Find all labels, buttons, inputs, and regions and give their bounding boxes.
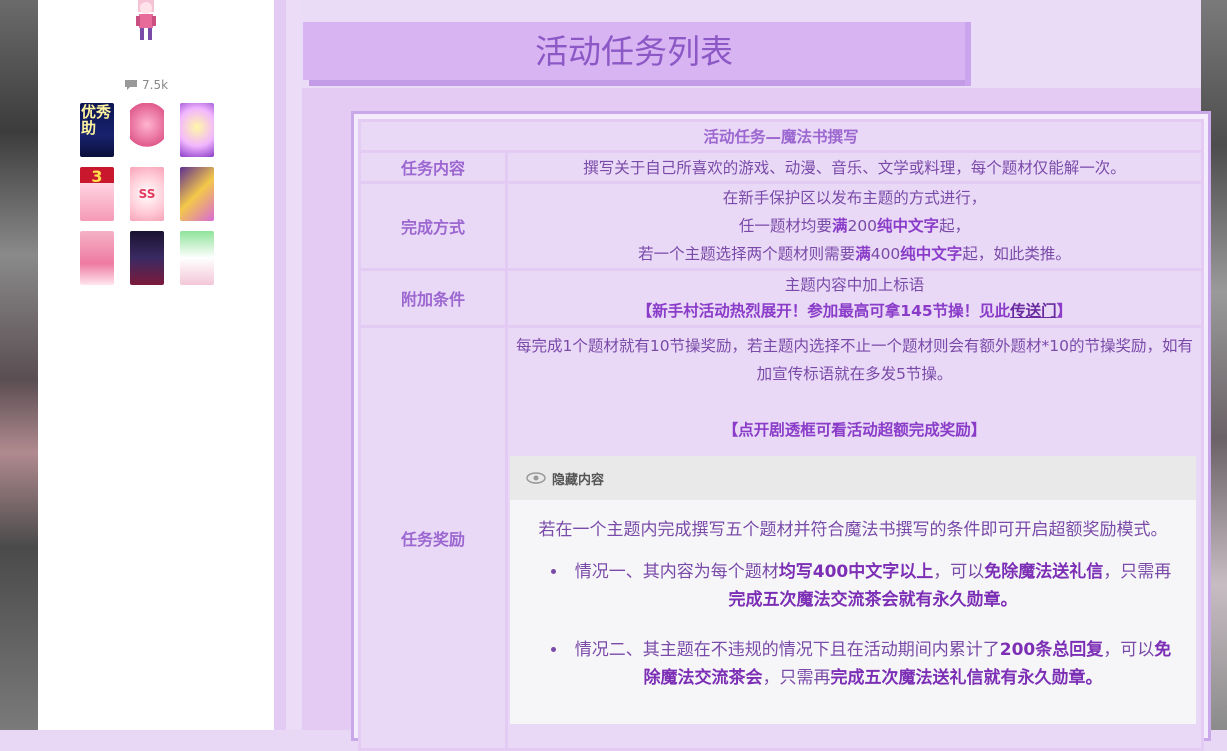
bold-text: 免除魔法送礼信: [984, 562, 1104, 582]
row-value-extra: 主题内容中加上标语 【新手村活动热烈展开！参加最高可拿145节操！见此传送门】: [508, 271, 1201, 325]
background-left-strip: [0, 0, 38, 730]
row-value-content: 撰写关于自己所喜欢的游戏、动漫、音乐、文学或料理，每个题材仅能解一次。: [508, 153, 1201, 181]
medal-youxiu-zhu[interactable]: 优秀助: [80, 103, 114, 157]
view-count: 7.5k: [124, 78, 168, 92]
method-line-1: 在新手保护区以发布主题的方式进行，: [722, 189, 987, 207]
sidebar-border-inner: [286, 0, 300, 730]
text: 起，: [939, 217, 971, 235]
reward-description: 每完成1个题材就有10节操奖励，若主题内选择不止一个题材则会有额外题材*10的节…: [515, 337, 1194, 383]
user-avatar-mascot[interactable]: [128, 0, 164, 42]
task-table: 活动任务—魔法书撰写 任务内容 撰写关于自己所喜欢的游戏、动漫、音乐、文学或料理…: [358, 119, 1204, 751]
slogan-text: 【新手村活动热烈展开！参加最高可拿145节操！见此: [636, 302, 1011, 320]
medal-text: 优秀助: [81, 103, 112, 137]
spoiler-box[interactable]: 隐藏内容 若在一个主题内完成撰写五个题材并符合魔法书撰写的条件即可开启超额奖励模…: [510, 456, 1196, 724]
bold-text: 纯中文字: [900, 245, 963, 263]
text: ，只需再: [762, 668, 831, 688]
text: 任一题材均要: [738, 217, 832, 235]
spoiler-content: 若在一个主题内完成撰写五个题材并符合魔法书撰写的条件即可开启超额奖励模式。 情况…: [510, 500, 1196, 724]
spoiler-hint: 【点开剧透框可看活动超额完成奖励】: [722, 421, 987, 439]
medal-dark-figure[interactable]: [130, 231, 164, 285]
slogan-end: 】: [1056, 302, 1073, 320]
page-title: 活动任务列表: [303, 22, 965, 80]
text: 若一个主题选择两个题材则需要: [638, 245, 856, 263]
row-label-reward: 任务奖励: [361, 328, 505, 748]
bold-text: 满: [855, 245, 871, 263]
comment-icon: [125, 80, 137, 90]
medal-blonde-star-girl[interactable]: [180, 103, 214, 157]
bold-text: 纯中文字: [877, 217, 940, 235]
method-line-2: 任一题材均要满200纯中文字起，: [508, 212, 1201, 240]
sidebar-border: [274, 0, 286, 730]
row-label-method: 完成方式: [361, 184, 505, 268]
extra-line-1: 主题内容中加上标语: [784, 276, 925, 294]
view-count-value: 7.5k: [142, 78, 169, 92]
medal-ss[interactable]: SS: [130, 167, 164, 221]
bold-text: 完成五次魔法送礼信就有永久勋章。: [830, 668, 1103, 688]
list-item: 情况一、其内容为每个题材均写400中文字以上，可以免除魔法送礼信，只需再完成五次…: [568, 558, 1178, 614]
method-line-3: 若一个主题选择两个题材则需要满400纯中文字起，如此类推。: [508, 240, 1201, 268]
medal-rank-3[interactable]: 3: [80, 167, 114, 221]
row-label-content: 任务内容: [361, 153, 505, 181]
text: 情况二、其主题在不违规的情况下且在活动期间内累计了: [574, 640, 1000, 660]
bold-text: 完成五次魔法交流茶会就有永久勋章。: [728, 590, 1018, 610]
bold-text: 200条总回复: [999, 640, 1104, 660]
spoiler-title: 隐藏内容: [552, 472, 605, 488]
medal-pink-hair-girl[interactable]: [130, 103, 164, 157]
extra-slogan: 【新手村活动热烈展开！参加最高可拿145节操！见此传送门】: [508, 298, 1201, 324]
list-item: 情况二、其主题在不违规的情况下且在活动期间内累计了200条总回复，可以免除魔法交…: [568, 636, 1178, 692]
text: 起，如此类推。: [962, 245, 1071, 263]
spoiler-intro: 若在一个主题内完成撰写五个题材并符合魔法书撰写的条件即可开启超额奖励模式。: [538, 520, 1168, 540]
text: 400: [870, 245, 901, 263]
text: ，可以: [933, 562, 985, 582]
portal-link[interactable]: 传送门: [1010, 302, 1057, 320]
bold-text: 满: [831, 217, 848, 235]
medal-text: 3: [91, 167, 103, 186]
title-banner-edge: [965, 22, 971, 86]
medal-text: SS: [138, 187, 156, 201]
bold-text: 均写400中文字以上: [778, 562, 934, 582]
medal-grid: 优秀助 3 SS: [80, 103, 220, 285]
eye-icon: [526, 472, 546, 484]
row-label-extra: 附加条件: [361, 271, 505, 325]
case-list: 情况一、其内容为每个题材均写400中文字以上，可以免除魔法送礼信，只需再完成五次…: [528, 558, 1178, 692]
medal-cat-ear-girl[interactable]: [180, 231, 214, 285]
text: ，可以: [1103, 640, 1155, 660]
spoiler-toggle[interactable]: 隐藏内容: [510, 456, 1196, 500]
row-value-method: 在新手保护区以发布主题的方式进行， 任一题材均要满200纯中文字起， 若一个主题…: [508, 184, 1201, 268]
text: 200: [847, 217, 878, 235]
row-value-reward: 每完成1个题材就有10节操奖励，若主题内选择不止一个题材则会有额外题材*10的节…: [508, 328, 1201, 748]
medal-pink-twin[interactable]: [80, 231, 114, 285]
text: 情况一、其内容为每个题材: [574, 562, 779, 582]
table-header: 活动任务—魔法书撰写: [361, 122, 1201, 150]
medal-purple-gold[interactable]: [180, 167, 214, 221]
text: ，只需再: [1103, 562, 1172, 582]
